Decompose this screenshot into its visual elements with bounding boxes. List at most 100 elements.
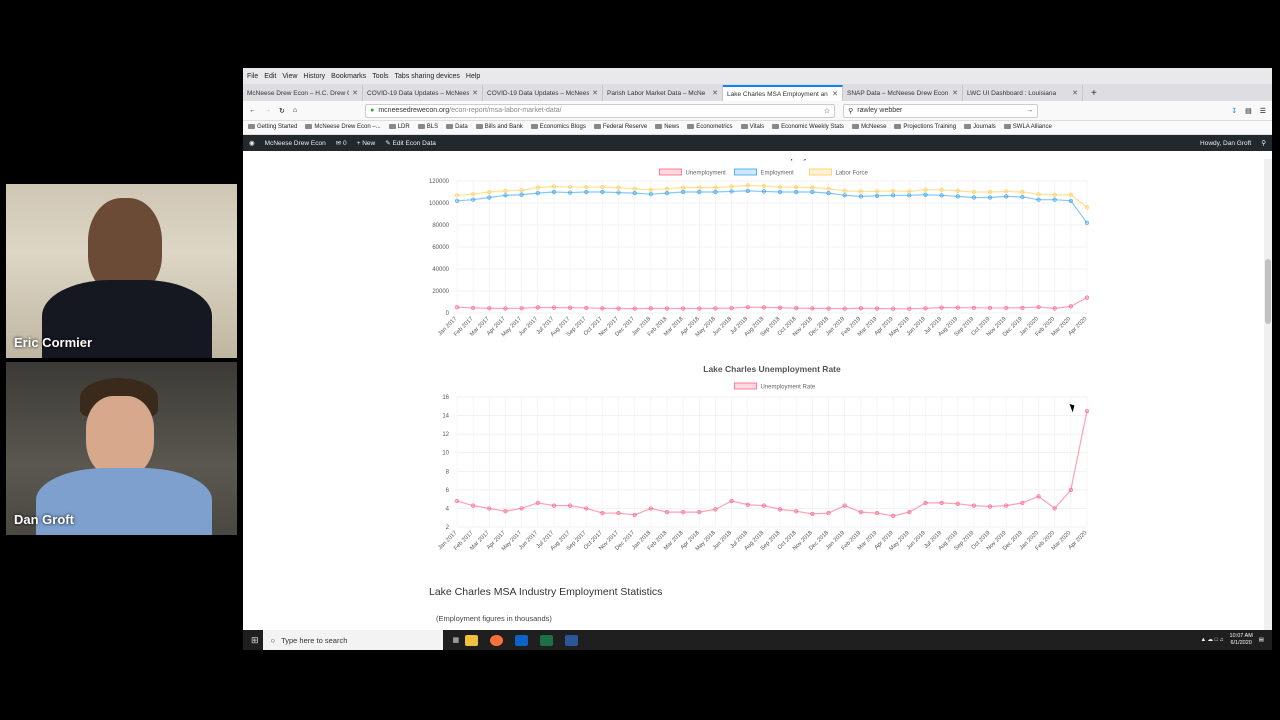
menu-item[interactable]: Edit	[264, 73, 276, 80]
bookmark-item[interactable]: Getting Started	[248, 124, 297, 131]
menu-item[interactable]: Tools	[372, 73, 388, 80]
wp-new-link[interactable]: + New	[357, 140, 376, 147]
comments-icon[interactable]: ✉ 0	[336, 139, 347, 147]
search-go-icon[interactable]: →	[1026, 107, 1033, 114]
data-point	[826, 510, 831, 516]
menu-item[interactable]: File	[247, 73, 258, 80]
home-icon[interactable]: ⌂	[293, 107, 297, 114]
close-tab-icon[interactable]: ✕	[472, 89, 478, 97]
browser-tab[interactable]: COVID-19 Data Updates – McNees ✕	[363, 85, 483, 101]
data-point	[600, 189, 605, 195]
bookmark-item[interactable]: McNeese	[852, 124, 886, 131]
browser-tab[interactable]: LWC UI Dashboard : Louisiana ✕	[963, 85, 1083, 101]
notifications-icon[interactable]: ▤	[1259, 637, 1264, 643]
firefox-icon[interactable]	[490, 634, 504, 646]
data-point	[471, 197, 476, 202]
library-icon[interactable]: ▤	[1245, 107, 1252, 115]
download-icon[interactable]: ↧	[1231, 107, 1237, 115]
data-point	[1020, 305, 1025, 310]
data-point	[971, 305, 977, 310]
close-tab-icon[interactable]: ✕	[592, 89, 598, 97]
data-point	[664, 306, 670, 311]
menu-item[interactable]: History	[303, 73, 325, 80]
close-tab-icon[interactable]: ✕	[832, 90, 838, 98]
file-explorer-icon[interactable]	[465, 634, 479, 646]
video-tile-eric[interactable]: Eric Cormier	[6, 184, 237, 358]
menu-item[interactable]: Bookmarks	[331, 73, 366, 80]
wp-howdy[interactable]: Howdy, Dan Groft	[1200, 140, 1251, 147]
browser-tab[interactable]: McNeese Drew Econ – H.C. Drew C ✕	[243, 85, 363, 101]
comments-count: 0	[343, 140, 347, 147]
clock-time: 10:07 AM	[1229, 633, 1253, 639]
close-tab-icon[interactable]: ✕	[952, 89, 958, 97]
bookmark-label: Bills and Bank	[484, 124, 523, 131]
bookmark-item[interactable]: Federal Reserve	[593, 124, 647, 131]
menu-item[interactable]: View	[282, 73, 297, 80]
video-tile-dan[interactable]: Dan Groft	[6, 362, 237, 535]
bookmark-item[interactable]: News	[655, 124, 680, 131]
data-point	[891, 306, 896, 311]
page-scrollbar[interactable]	[1264, 159, 1272, 630]
url-host: mcneesedrewecon.org	[378, 107, 450, 114]
browser-tab[interactable]: COVID-19 Data Updates – McNees ✕	[483, 85, 603, 101]
browser-tab[interactable]: Parish Labor Market Data – McNe ✕	[603, 85, 723, 101]
bookmark-label: News	[664, 124, 680, 131]
bookmark-item[interactable]: SWLA Alliance	[1003, 124, 1052, 131]
scrollbar-thumb[interactable]	[1265, 259, 1271, 324]
data-point	[745, 188, 750, 194]
search-input[interactable]: ⚲ rawley webber →	[843, 103, 1039, 118]
close-tab-icon[interactable]: ✕	[712, 89, 718, 97]
browser-tab[interactable]: SNAP Data – McNeese Drew Econ ✕	[843, 85, 963, 101]
word-icon[interactable]	[565, 634, 579, 646]
close-tab-icon[interactable]: ✕	[1072, 89, 1078, 97]
wordpress-icon[interactable]: ◉	[249, 139, 255, 147]
bookmark-label: SWLA Alliance	[1012, 124, 1052, 131]
tray-icons[interactable]: ▲ ☁ □ ♫	[1201, 637, 1224, 643]
bookmark-label: Econometrics	[696, 124, 733, 131]
bookmark-item[interactable]: Journals	[964, 124, 996, 131]
bookmark-item[interactable]: Projections Training	[894, 124, 956, 131]
search-icon[interactable]: ⚲	[1261, 139, 1266, 147]
task-view-icon[interactable]: ▦	[453, 636, 460, 644]
menu-icon[interactable]: ☰	[1260, 107, 1266, 115]
data-point	[551, 305, 557, 310]
bookmark-item[interactable]: Economic Weekly Stats	[772, 124, 844, 131]
folder-icon	[248, 124, 255, 130]
url-bar[interactable]: ● mcneesedrewecon.org/econ-report/msa-la…	[365, 103, 836, 118]
new-tab-icon[interactable]: +	[1091, 88, 1097, 99]
menu-item[interactable]: Help	[466, 73, 480, 80]
wp-edit-label: Edit Econ Data	[392, 140, 436, 147]
forward-icon[interactable]: →	[264, 107, 271, 114]
data-point	[681, 185, 686, 190]
wp-edit-link[interactable]: ✎ Edit Econ Data	[385, 139, 436, 147]
folder-icon	[1003, 124, 1011, 130]
bookmark-item[interactable]: McNeese Drew Econ –...	[305, 124, 381, 131]
clock[interactable]: 10:07 AM 6/1/2020	[1230, 633, 1253, 647]
legend-swatch	[734, 168, 757, 176]
system-tray: ▲ ☁ □ ♫ 10:07 AM 6/1/2020 ▤	[1201, 633, 1272, 647]
bookmark-item[interactable]: Bills and Bank	[475, 124, 523, 131]
data-point	[567, 184, 573, 190]
excel-icon[interactable]	[540, 634, 554, 646]
wp-site-link[interactable]: McNeese Drew Econ	[265, 140, 326, 147]
bookmark-item[interactable]: Econometrics	[687, 124, 733, 131]
browser-tab[interactable]: Lake Charles MSA Employment an ✕	[723, 85, 843, 101]
folder-icon	[772, 124, 780, 130]
outlook-icon[interactable]	[515, 634, 529, 646]
windows-start-icon[interactable]: ⊞	[251, 635, 259, 646]
reload-icon[interactable]: ↻	[279, 107, 285, 115]
bookmark-star-icon[interactable]: ☆	[824, 107, 830, 115]
menu-item[interactable]: Tabs sharing devices	[395, 73, 460, 80]
bookmark-item[interactable]: Data	[446, 124, 468, 131]
tab-label: COVID-19 Data Updates – McNees	[367, 89, 470, 97]
data-point	[1084, 408, 1090, 414]
back-icon[interactable]: ←	[249, 107, 256, 114]
taskbar-search-input[interactable]: ○ Type here to search	[262, 630, 443, 650]
bookmark-item[interactable]: Vitals	[740, 124, 764, 131]
bookmark-item[interactable]: BLS	[417, 124, 438, 131]
y-tick-label: 40000	[432, 267, 449, 273]
data-point	[1068, 192, 1073, 197]
bookmark-item[interactable]: Economics Blogs	[530, 124, 586, 131]
close-tab-icon[interactable]: ✕	[352, 89, 358, 97]
bookmark-item[interactable]: LDR	[388, 124, 410, 131]
